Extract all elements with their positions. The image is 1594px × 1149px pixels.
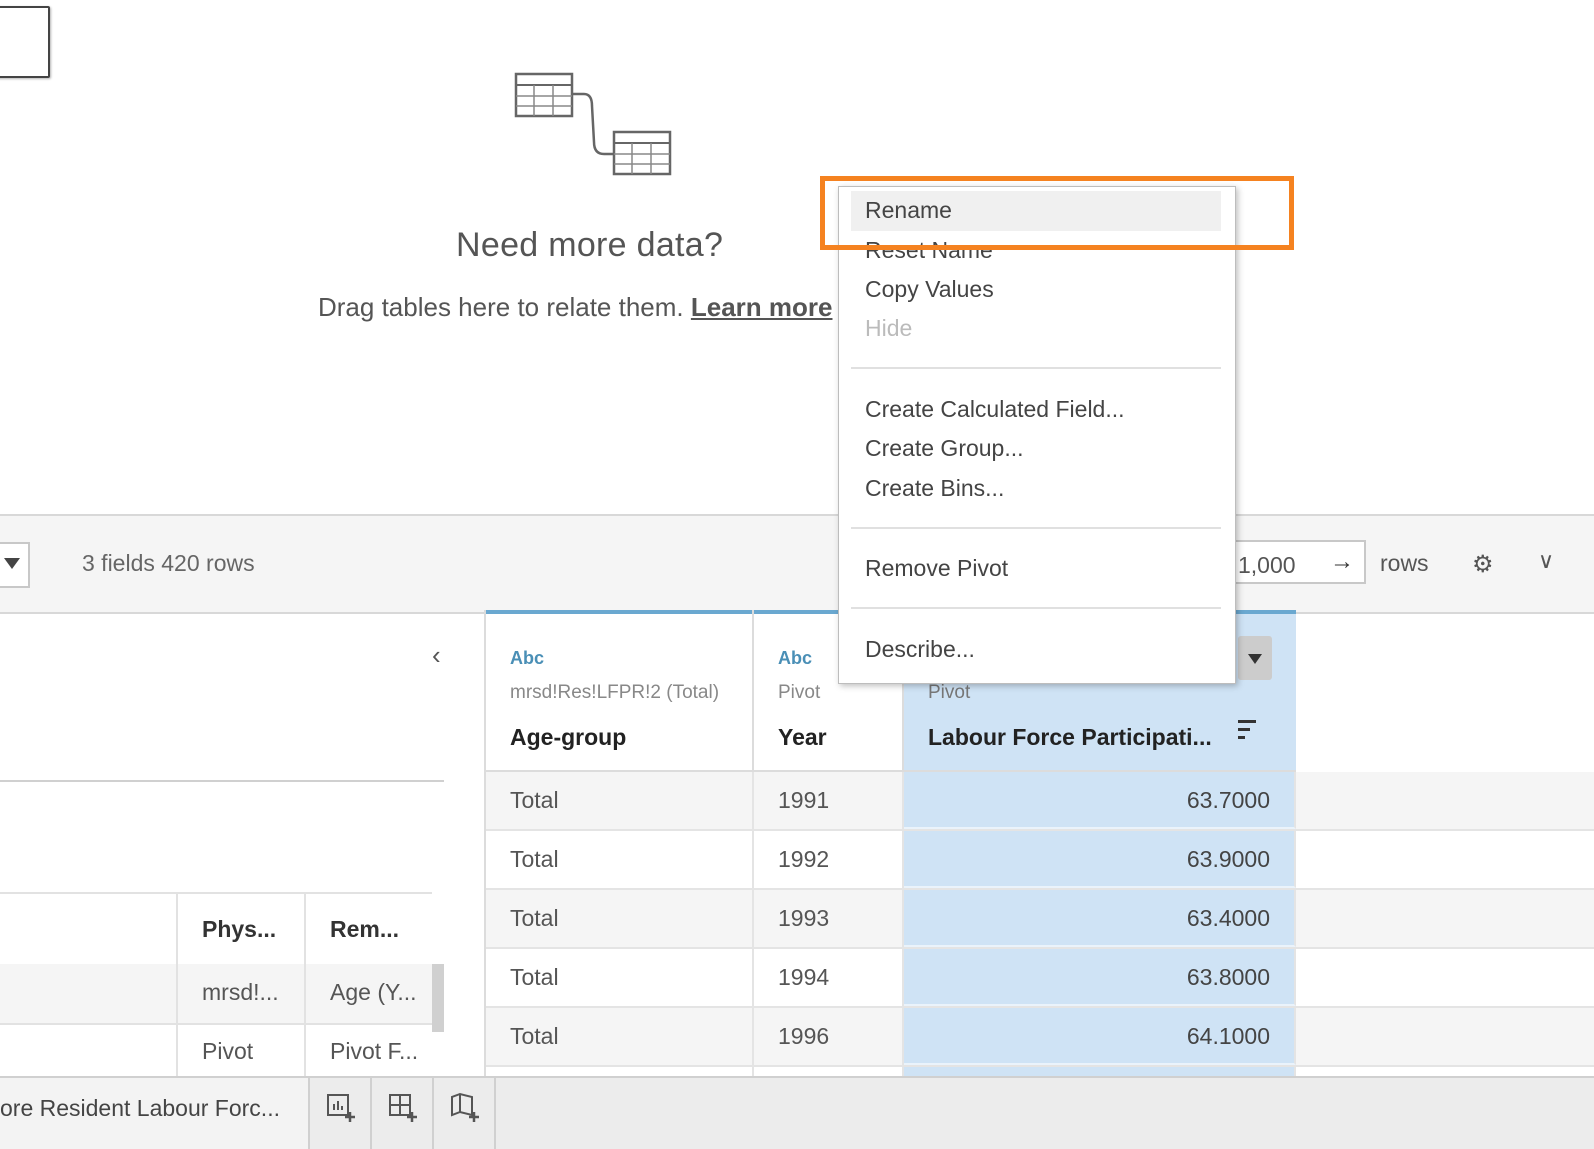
metadata-row: Pivot Pivot F... — [0, 1023, 432, 1078]
table-cell: Total — [486, 949, 754, 1006]
metadata-header[interactable]: Rem... — [304, 894, 432, 966]
data-grid-toolbar: 3 fields 420 rows 1,000 → rows ⚙ ∨ — [0, 514, 1594, 614]
table-row: Total 1993 63.4000 — [486, 890, 1594, 949]
string-type-icon[interactable]: Abc — [778, 648, 812, 669]
metadata-cell: Pivot F... — [304, 1023, 432, 1078]
menu-item-copy-values[interactable]: Copy Values — [865, 276, 994, 303]
table-cell: 63.9000 — [904, 831, 1296, 888]
menu-separator — [851, 527, 1221, 529]
gear-icon[interactable]: ⚙ — [1472, 550, 1494, 579]
table-cell: 1994 — [754, 949, 904, 1006]
canvas-subtext-label: Drag tables here to relate them. — [318, 292, 684, 322]
table-cell: Total — [486, 772, 754, 829]
metadata-header-row: Phys... Rem... — [0, 892, 432, 968]
left-pane-scrollbar[interactable] — [432, 964, 444, 1032]
new-worksheet-icon — [327, 1094, 355, 1122]
menu-item-hide: Hide — [865, 315, 913, 341]
menu-item-create-calculated-field[interactable]: Create Calculated Field... — [865, 396, 1125, 423]
new-story-icon — [451, 1092, 479, 1122]
learn-more-link[interactable]: Learn more — [691, 292, 833, 322]
rows-label: rows — [1380, 550, 1429, 576]
sort-icon[interactable] — [1238, 720, 1260, 742]
join-tables-icon — [514, 72, 672, 176]
menu-separator — [851, 607, 1221, 609]
table-row: Total 1992 63.9000 — [486, 831, 1594, 890]
metadata-table: Phys... Rem... mrsd!... Age (Y... Pivot … — [0, 892, 432, 1078]
rows-input[interactable]: 1,000 → — [1232, 540, 1366, 584]
column-header-bar — [486, 610, 752, 614]
dropdown-arrow-icon — [4, 558, 20, 569]
column-context-menu: Rename Reset Name Copy Values Hide Creat… — [838, 186, 1236, 684]
table-cell: 64.1000 — [904, 1008, 1296, 1065]
table-cell: 1991 — [754, 772, 904, 829]
column-source: Pivot — [928, 682, 971, 703]
partial-table-card[interactable] — [0, 6, 50, 78]
annotation-highlight-box — [820, 176, 1294, 250]
table-cell: 63.4000 — [904, 890, 1296, 947]
column-source: Pivot — [778, 682, 821, 703]
new-worksheet-button[interactable] — [310, 1078, 372, 1149]
table-cell: Total — [486, 1008, 754, 1065]
column-name[interactable]: Age-group — [510, 724, 626, 751]
column-header-age-group[interactable]: Abc mrsd!Res!LFPR!2 (Total) Age-group — [486, 610, 754, 772]
column-name[interactable]: Year — [778, 724, 827, 751]
rows-input-value[interactable]: 1,000 — [1238, 552, 1296, 579]
table-row: Total 1996 64.1000 — [486, 1008, 1594, 1067]
table-cell: 1993 — [754, 890, 904, 947]
menu-item-describe[interactable]: Describe... — [865, 636, 975, 663]
chevron-left-icon[interactable]: ‹ — [432, 640, 441, 671]
metadata-cell: Age (Y... — [304, 964, 432, 1023]
new-story-button[interactable] — [434, 1078, 496, 1149]
metadata-cell: Pivot — [176, 1023, 304, 1078]
metadata-header[interactable]: Phys... — [176, 894, 304, 966]
column-menu-dropdown[interactable] — [1238, 636, 1272, 680]
canvas-subtext: Drag tables here to relate them. Learn m… — [318, 292, 840, 323]
new-dashboard-icon — [389, 1094, 417, 1122]
canvas-heading: Need more data? — [456, 226, 724, 264]
table-row: Total 1994 63.8000 — [486, 949, 1594, 1008]
fields-count: 3 fields 420 rows — [82, 550, 255, 576]
view-dropdown[interactable] — [0, 542, 30, 588]
table-row: Total 1991 63.7000 — [486, 772, 1594, 831]
arrow-right-icon[interactable]: → — [1330, 548, 1354, 576]
column-source: mrsd!Res!LFPR!2 (Total) — [510, 682, 720, 703]
string-type-icon[interactable]: Abc — [510, 648, 544, 669]
metadata-row: mrsd!... Age (Y... — [0, 964, 432, 1025]
column-name[interactable]: Labour Force Participati... — [928, 724, 1212, 751]
table-cell: Total — [486, 831, 754, 888]
table-row — [486, 1067, 1594, 1076]
sheet-tab-bar: ore Resident Labour Forc... — [0, 1076, 1594, 1149]
table-cell: 63.7000 — [904, 772, 1296, 829]
chevron-down-icon[interactable]: ∨ — [1538, 548, 1554, 574]
menu-item-remove-pivot[interactable]: Remove Pivot — [865, 555, 1008, 582]
new-dashboard-button[interactable] — [372, 1078, 434, 1149]
table-cell: 1996 — [754, 1008, 904, 1065]
table-cell: Total — [486, 890, 754, 947]
menu-item-create-bins[interactable]: Create Bins... — [865, 475, 1004, 502]
metadata-cell: mrsd!... — [176, 964, 304, 1023]
table-cell: 63.8000 — [904, 949, 1296, 1006]
table-cell: 1992 — [754, 831, 904, 888]
menu-item-create-group[interactable]: Create Group... — [865, 435, 1024, 462]
menu-separator — [851, 367, 1221, 369]
left-pane-divider — [0, 780, 444, 782]
data-source-tab[interactable]: ore Resident Labour Forc... — [0, 1078, 310, 1149]
